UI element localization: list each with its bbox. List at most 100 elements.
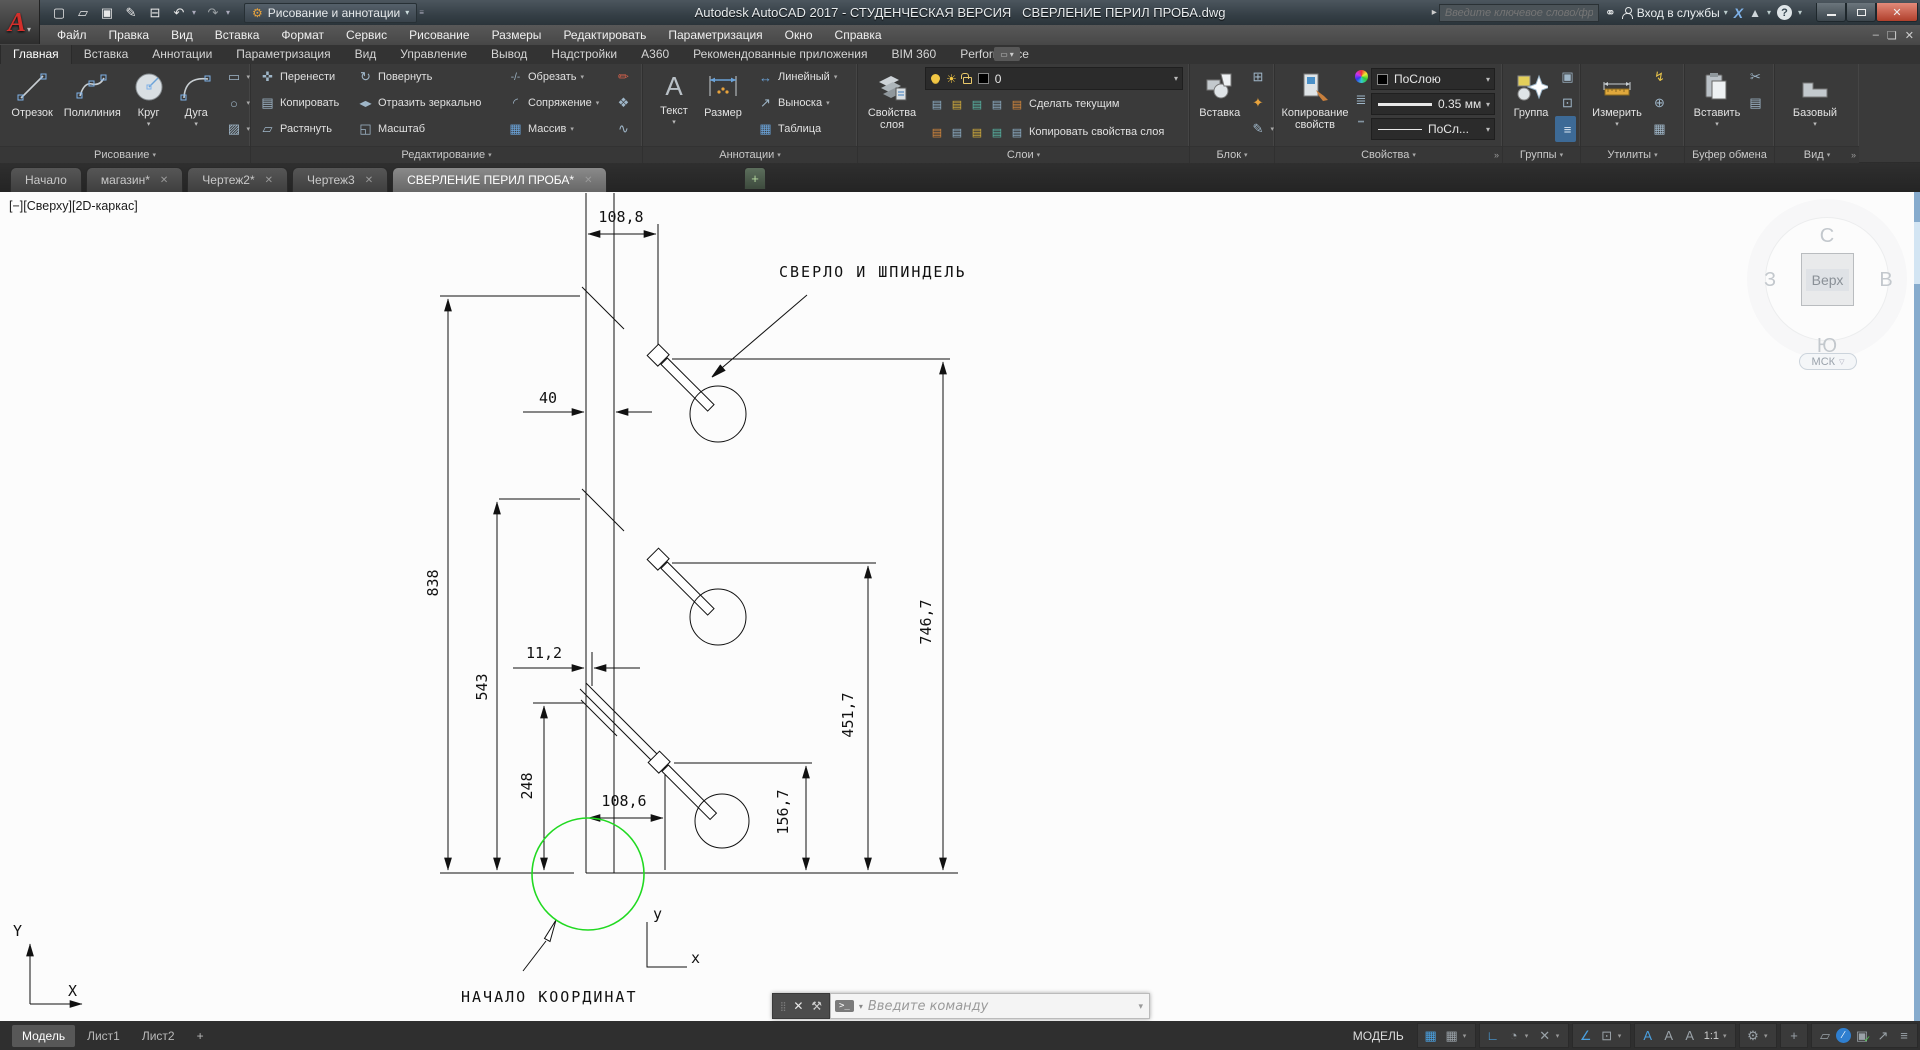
panel-label-clipboard[interactable]: Буфер обмена xyxy=(1685,146,1774,163)
copy-button[interactable]: ▤ Копировать xyxy=(255,90,353,116)
menu-item[interactable]: Справка xyxy=(824,25,893,45)
paste-button[interactable]: Вставить ▾ xyxy=(1691,64,1743,146)
help-dropdown-icon[interactable]: ▾ xyxy=(1798,8,1802,17)
ribbon-tab[interactable]: Вид xyxy=(343,45,389,64)
save-as-button[interactable]: ✎ xyxy=(120,3,142,23)
cut-button[interactable]: ✂ xyxy=(1743,64,1764,90)
viewcube-wcs-menu[interactable]: МСК ▽ xyxy=(1799,353,1857,370)
file-tab[interactable]: Чертеж3 ✕ xyxy=(292,167,389,192)
linetype-select[interactable]: ПоСл... ▾ xyxy=(1371,118,1495,140)
search-go-icon[interactable]: ▸ xyxy=(1432,7,1437,18)
help-search-input[interactable] xyxy=(1438,3,1599,22)
redo-dropdown[interactable]: ▾ xyxy=(226,8,234,17)
ribbon-tab[interactable]: Надстройки xyxy=(539,45,629,64)
workspace-switch-dropdown-icon[interactable]: ▾ xyxy=(1764,1032,1773,1040)
stretch-button[interactable]: ▱ Растянуть xyxy=(255,116,353,142)
undo-dropdown[interactable]: ▾ xyxy=(192,8,200,17)
ribbon-tab[interactable]: Главная xyxy=(0,45,72,64)
object-color-select[interactable]: ПоСлою ▾ xyxy=(1371,68,1495,90)
file-tab[interactable]: магазин* ✕ xyxy=(85,167,184,192)
menu-item[interactable]: Правка xyxy=(98,25,161,45)
quick-select-button[interactable]: ↯ xyxy=(1647,64,1668,90)
command-line-handle[interactable]: ⣿ ✕ ⚒ xyxy=(772,993,830,1019)
quick-calc-button[interactable]: ▦ xyxy=(1647,116,1668,142)
panel-label-draw[interactable]: Рисование ▾ xyxy=(0,146,250,163)
annotation-monitor-button[interactable]: + xyxy=(1784,1025,1804,1047)
file-tab[interactable]: Начало ✕ xyxy=(10,167,82,192)
file-tab-close-icon[interactable]: ✕ xyxy=(265,175,273,186)
annotation-scale-dropdown-icon[interactable]: ▾ xyxy=(1723,1032,1732,1040)
workspace-switch-icon[interactable]: ⚙ xyxy=(1743,1025,1763,1047)
group-selection-toggle[interactable]: ≡ xyxy=(1555,116,1576,142)
polar-dropdown-icon[interactable]: ▾ xyxy=(1525,1032,1534,1040)
annotation-scale-value[interactable]: 1:1 xyxy=(1701,1030,1722,1042)
offset-button[interactable]: ∿ xyxy=(611,116,632,142)
array-button[interactable]: ▦ Массив ▾ xyxy=(503,116,611,142)
snap-toggle[interactable]: ▦ xyxy=(1442,1025,1462,1047)
save-button[interactable]: ▣ xyxy=(96,3,118,23)
panel-label-layers[interactable]: Слои ▾ xyxy=(858,146,1189,163)
trim-button[interactable]: -/- Обрезать ▾ xyxy=(503,64,611,90)
ribbon-tab[interactable]: Вывод xyxy=(479,45,539,64)
layout-tab[interactable]: + xyxy=(187,1025,214,1047)
panel-label-annotate[interactable]: Аннотации ▾ xyxy=(643,146,857,163)
restore-button[interactable] xyxy=(1846,3,1876,22)
id-point-button[interactable]: ⊕ xyxy=(1647,90,1668,116)
grid-toggle[interactable]: ▦ xyxy=(1421,1025,1441,1047)
menu-item[interactable]: Окно xyxy=(774,25,824,45)
layout-tab[interactable]: Лист1 xyxy=(77,1025,130,1047)
workspace-switcher[interactable]: ⚙ Рисование и аннотации ▾ xyxy=(244,2,418,23)
clean-screen-button[interactable]: ∕ xyxy=(1836,1028,1851,1043)
file-tab[interactable]: СВЕРЛЕНИЕ ПЕРИЛ ПРОБА* ✕ xyxy=(392,167,608,192)
base-view-button[interactable]: Базовый ▾ xyxy=(1785,64,1845,146)
hardware-accel-button[interactable]: ▣ ✓ xyxy=(1852,1025,1872,1047)
erase-button[interactable]: ✏ xyxy=(611,64,632,90)
viewcube-east[interactable]: В xyxy=(1871,269,1901,292)
menu-item[interactable]: Редактировать xyxy=(552,25,657,45)
polyline-button[interactable]: Полилиния xyxy=(60,64,124,146)
command-grip-icon[interactable]: ⣿ xyxy=(780,1001,787,1012)
match-layer-button[interactable]: ▤ ▤ ▤ ▤ ▤ Копировать свойства слоя xyxy=(925,118,1183,146)
move-button[interactable]: ✜ Перенести xyxy=(255,64,353,90)
polar-toggle[interactable]: ◔ xyxy=(1504,1025,1524,1047)
arc-button[interactable]: Дуга ▾ xyxy=(173,64,220,146)
panel-label-block[interactable]: Блок ▾ xyxy=(1190,146,1274,163)
osnap-tracking-toggle[interactable]: ∠ xyxy=(1576,1025,1596,1047)
group-edit-button[interactable]: ⊡ xyxy=(1555,90,1576,116)
explode-button[interactable]: ❖ xyxy=(611,90,632,116)
measure-button[interactable]: Измерить ▾ xyxy=(1587,64,1647,146)
layout-tab[interactable]: Модель xyxy=(12,1024,76,1047)
new-file-button[interactable]: ▢ xyxy=(48,3,70,23)
doc-close-button[interactable]: ✕ xyxy=(1905,29,1914,42)
search-icon[interactable]: ⚭ xyxy=(1605,5,1616,21)
panel-label-modify[interactable]: Редактирование ▾ xyxy=(251,146,642,163)
doc-minimize-button[interactable]: – xyxy=(1873,29,1879,41)
a360-dropdown-icon[interactable]: ▾ xyxy=(1767,8,1771,17)
file-tab[interactable]: Чертеж2* ✕ xyxy=(187,167,289,192)
match-properties-button[interactable]: Копирование свойств xyxy=(1279,64,1351,146)
plot-button[interactable]: ⊟ xyxy=(144,3,166,23)
exchange-apps-icon[interactable]: X xyxy=(1734,5,1743,21)
menu-item[interactable]: Размеры xyxy=(481,25,553,45)
ungroup-button[interactable]: ▣ xyxy=(1555,64,1576,90)
leader-button[interactable]: ↗ Выноска ▾ xyxy=(753,90,837,116)
ribbon-tab[interactable]: Управление xyxy=(388,45,479,64)
text-button[interactable]: A Текст ▾ xyxy=(651,64,697,146)
ellipse-button[interactable]: ○ ▾ xyxy=(221,90,250,116)
arc-dropdown-icon[interactable]: ▾ xyxy=(194,120,198,128)
rectangle-button[interactable]: ▭ ▾ xyxy=(221,64,250,90)
new-drawing-tab-button[interactable]: + xyxy=(744,167,766,189)
dimension-button[interactable]: Размер xyxy=(697,64,749,146)
copy-clip-button[interactable]: ▤ xyxy=(1743,90,1764,116)
menu-item[interactable]: Вставка xyxy=(204,25,271,45)
ortho-toggle[interactable]: ∟ xyxy=(1483,1025,1503,1047)
application-menu-button[interactable]: A ▾ xyxy=(0,0,40,44)
sign-in-button[interactable]: Вход в службы ▾ xyxy=(1621,6,1728,20)
fullscreen-button[interactable]: ↗ xyxy=(1873,1025,1893,1047)
line-button[interactable]: Отрезок xyxy=(4,64,60,146)
circle-dropdown-icon[interactable]: ▾ xyxy=(147,120,151,128)
isodraft-toggle[interactable]: ✕ xyxy=(1535,1025,1555,1047)
ribbon-tab[interactable]: Параметризация xyxy=(224,45,342,64)
a360-icon[interactable]: ▲ xyxy=(1749,6,1761,20)
autoscale-toggle[interactable]: А xyxy=(1659,1025,1679,1047)
